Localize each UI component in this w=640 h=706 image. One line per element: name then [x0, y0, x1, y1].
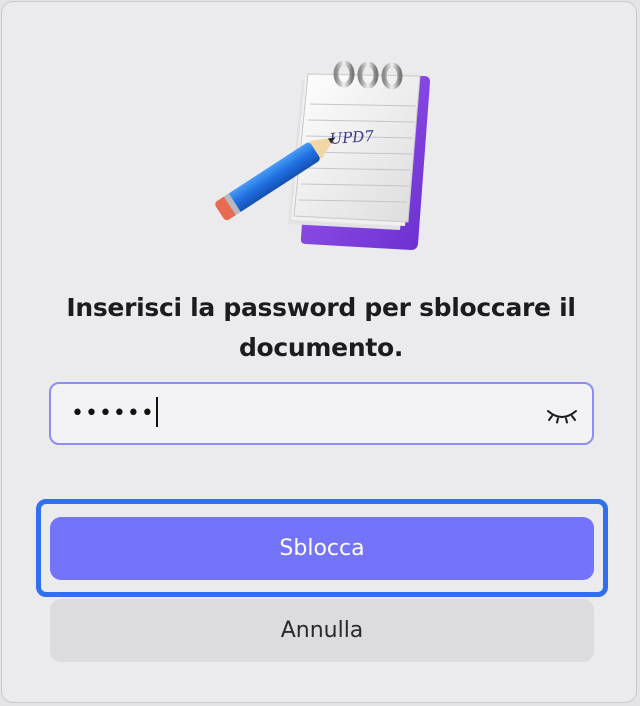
notepad-pencil-icon: UPD7: [202, 54, 442, 254]
password-value: ••••••: [71, 397, 158, 430]
unlock-button[interactable]: Sblocca: [50, 517, 594, 580]
unlock-dialog: UPD7 Inserisci la password per sbloccare…: [1, 1, 637, 703]
cancel-button[interactable]: Annulla: [50, 599, 594, 662]
svg-text:UPD7: UPD7: [329, 127, 375, 148]
eye-closed-icon[interactable]: [544, 399, 580, 429]
password-input[interactable]: ••••••: [49, 382, 594, 445]
prompt-text: Inserisci la password per sbloccare il d…: [66, 293, 576, 362]
text-caret: [155, 397, 158, 427]
